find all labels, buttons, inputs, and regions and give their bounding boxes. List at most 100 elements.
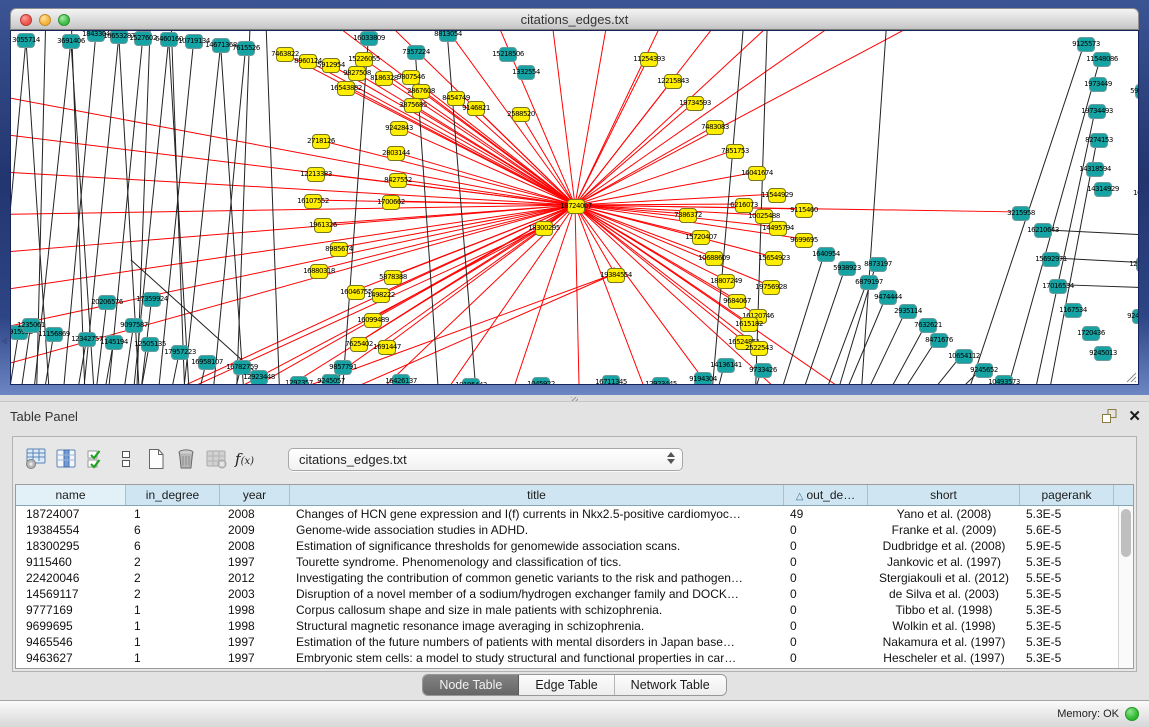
new-table-icon[interactable]: [141, 445, 171, 473]
graph-node[interactable]: 9097587: [125, 318, 143, 333]
graph-node[interactable]: 14495794: [769, 221, 787, 236]
graph-node[interactable]: 9245112: [1132, 309, 1139, 324]
graph-node[interactable]: 9125573: [1077, 37, 1095, 52]
graph-node[interactable]: 3055714: [17, 33, 35, 48]
graph-node[interactable]: 14318594: [1086, 162, 1104, 177]
graph-node[interactable]: 16543882: [337, 81, 355, 96]
table-settings-icon[interactable]: [21, 445, 51, 473]
function-builder-icon[interactable]: f(x): [235, 450, 254, 468]
graph-node[interactable]: 2588520: [512, 107, 530, 122]
graph-node[interactable]: 16210643: [1034, 223, 1052, 238]
table-row[interactable]: 946554611997Estimation of the future num…: [16, 634, 1118, 650]
graph-node[interactable]: 3875685: [404, 98, 422, 113]
graph-node[interactable]: 3691406: [62, 34, 80, 49]
graph-node[interactable]: 5919243: [1135, 84, 1139, 99]
graph-node[interactable]: 10493573: [995, 375, 1013, 385]
graph-node[interactable]: 18724007: [567, 199, 585, 214]
horizontal-splitter[interactable]: [0, 395, 1149, 402]
graph-node[interactable]: 1640954: [817, 247, 835, 262]
graph-node[interactable]: 10654112: [955, 349, 973, 364]
graph-node[interactable]: 8813054: [439, 30, 457, 42]
column-header-out_degree[interactable]: △out_de…: [784, 485, 868, 505]
memory-ok-indicator[interactable]: [1125, 707, 1139, 721]
graph-node[interactable]: 9146821: [467, 101, 485, 116]
delete-column-icon[interactable]: [171, 445, 201, 473]
tab-node-table[interactable]: Node Table: [423, 675, 519, 695]
graph-node[interactable]: 8427552: [389, 173, 407, 188]
graph-node[interactable]: 12213383: [307, 167, 325, 182]
graph-node[interactable]: 15654923: [765, 251, 783, 266]
graph-node[interactable]: 7615526: [237, 41, 255, 56]
graph-node[interactable]: 8471676: [930, 333, 948, 348]
graph-node[interactable]: 12923445: [652, 377, 670, 385]
graph-node[interactable]: 2718126: [312, 134, 330, 149]
table-row[interactable]: 1872400712008Changes of HCN gene express…: [16, 506, 1118, 522]
graph-node[interactable]: 16041674: [748, 166, 766, 181]
network-window-titlebar[interactable]: citations_edges.txt: [10, 8, 1139, 30]
graph-node[interactable]: 7386372: [679, 208, 697, 223]
graph-node[interactable]: 1720436: [1082, 326, 1100, 341]
graph-node[interactable]: 5912954: [322, 58, 340, 73]
graph-node[interactable]: 12215843: [664, 74, 682, 89]
graph-node[interactable]: 1498222: [372, 288, 390, 303]
graph-node[interactable]: 1045922: [532, 377, 550, 385]
table-row[interactable]: 911546021997Tourette syndrome. Phenomeno…: [16, 554, 1118, 570]
graph-node[interactable]: 16107552: [304, 194, 322, 209]
graph-node[interactable]: 1961326: [314, 218, 332, 233]
graph-node[interactable]: 16046755: [347, 285, 365, 300]
graph-node[interactable]: 12923448: [250, 370, 268, 385]
graph-node[interactable]: 2935114: [899, 304, 917, 319]
network-canvas[interactable]: 3055714369140618433041065328715276026460…: [10, 30, 1139, 385]
graph-node[interactable]: 9857791: [334, 360, 352, 375]
graph-node[interactable]: 16880318: [310, 264, 328, 279]
table-row[interactable]: 946362711997Embryonic stem cells: a mode…: [16, 650, 1118, 666]
graph-node[interactable]: 7463822: [276, 47, 294, 62]
table-row[interactable]: 977716911998Corpus callosum shape and si…: [16, 602, 1118, 618]
graph-node[interactable]: 15692971: [1042, 252, 1060, 267]
graph-node[interactable]: 2867608: [412, 84, 430, 99]
tab-network-table[interactable]: Network Table: [615, 675, 726, 695]
graph-node[interactable]: 18807249: [717, 274, 735, 289]
graph-node[interactable]: 1145194: [105, 335, 123, 350]
column-header-name[interactable]: name: [16, 485, 126, 505]
graph-node[interactable]: 1167534: [1064, 303, 1082, 318]
graph-node[interactable]: 12342757: [78, 332, 96, 347]
graph-node[interactable]: 19734593: [686, 96, 704, 111]
column-header-title[interactable]: title: [290, 485, 784, 505]
graph-node[interactable]: 16033809: [360, 31, 378, 46]
graph-node[interactable]: 10688609: [705, 251, 723, 266]
graph-node[interactable]: 1691447: [378, 340, 396, 355]
graph-node[interactable]: 20206576: [98, 295, 116, 310]
graph-node[interactable]: 9699695: [795, 233, 813, 248]
graph-node[interactable]: 5938923: [838, 261, 856, 276]
column-header-in_degree[interactable]: in_degree: [126, 485, 220, 505]
graph-node[interactable]: 11548086: [1093, 52, 1111, 67]
graph-node[interactable]: 10195443: [462, 378, 480, 385]
graph-node[interactable]: 8274153: [1090, 133, 1108, 148]
graph-node[interactable]: 8873197: [869, 257, 887, 272]
graph-node[interactable]: 16711345: [602, 375, 620, 385]
table-row[interactable]: 1830029562008Estimation of significance …: [16, 538, 1118, 554]
show-column-icon[interactable]: [51, 445, 81, 473]
graph-node[interactable]: 16426137: [392, 374, 410, 385]
graph-node[interactable]: 9194304: [694, 372, 712, 385]
close-panel-icon[interactable]: ✕: [1128, 409, 1141, 424]
graph-node[interactable]: 16958107: [198, 355, 216, 370]
graph-node[interactable]: 8985674: [330, 242, 348, 257]
tab-edge-table[interactable]: Edge Table: [519, 675, 614, 695]
graph-node[interactable]: 17957223: [171, 345, 189, 360]
graph-node[interactable]: 14136141: [717, 358, 735, 373]
graph-node[interactable]: 1292357: [290, 376, 308, 385]
table-row[interactable]: 2242004622012Investigating the contribut…: [16, 570, 1118, 586]
graph-node[interactable]: 7851753: [726, 144, 744, 159]
scrollbar-thumb[interactable]: [1121, 509, 1131, 557]
graph-node[interactable]: 17016534: [1049, 279, 1067, 294]
graph-node[interactable]: 12505135: [141, 337, 159, 352]
graph-node[interactable]: 8186328: [375, 71, 393, 86]
graph-node[interactable]: 9733426: [754, 363, 772, 378]
graph-node[interactable]: 9684067: [728, 294, 746, 309]
delete-table-icon[interactable]: [201, 445, 231, 473]
graph-node[interactable]: 18300295: [535, 221, 553, 236]
graph-node[interactable]: 9245652: [975, 363, 993, 378]
graph-node[interactable]: 9242843: [390, 121, 408, 136]
